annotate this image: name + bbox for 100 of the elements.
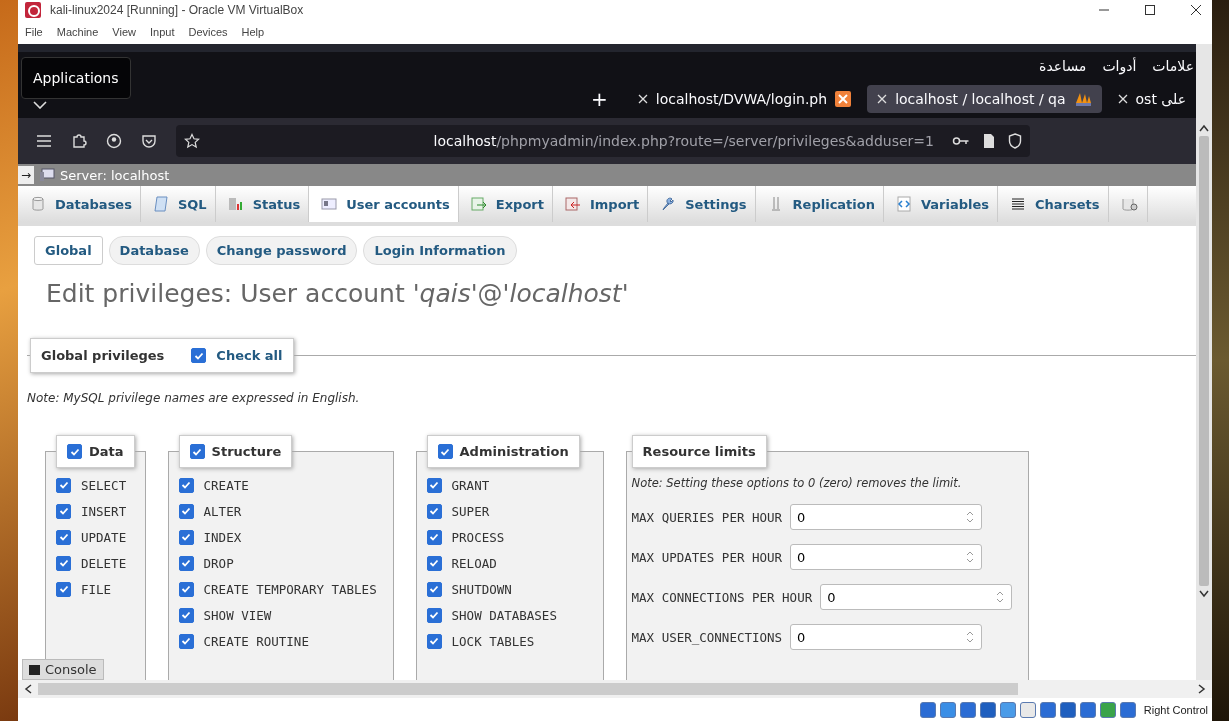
device-icon[interactable] [959,701,976,718]
sub-tab[interactable]: Database [108,236,200,265]
nav-tab[interactable]: Charsets [998,186,1109,222]
nav-tab[interactable]: Settings [648,186,756,222]
export-icon [470,196,487,212]
device-icon[interactable] [1079,701,1096,718]
lines-icon [1010,196,1027,212]
checkbox[interactable] [426,633,442,649]
checkbox-label[interactable]: Check all [216,348,283,363]
checkbox[interactable] [56,555,71,571]
menu-icon[interactable] [36,134,52,148]
menu-item[interactable]: File [25,26,43,38]
checkbox[interactable] [426,581,442,597]
menu-item[interactable]: Input [149,26,175,38]
account-icon[interactable] [106,133,122,149]
checkbox[interactable] [56,581,71,597]
device-icon[interactable] [1059,701,1076,718]
browser-tab[interactable]: ost على [1107,85,1196,113]
checkmark-icon [181,636,192,646]
menu-item[interactable]: Devices [188,26,228,38]
device-icon[interactable] [1019,701,1036,718]
checkbox[interactable] [189,444,205,459]
number-field[interactable]: 0 [790,624,983,650]
device-icon[interactable] [1099,701,1116,718]
page-heading: Edit privileges: User account 'qais'@'localhost' [46,279,630,308]
browser-tab[interactable]: localhost / localhost / qa [867,85,1102,113]
number-field[interactable]: 0 [820,584,1013,610]
menu-item[interactable]: View [112,26,136,38]
checkbox[interactable] [56,477,71,493]
number-field[interactable]: 0 [790,544,983,570]
checkmark-icon [429,480,440,490]
nav-tab[interactable]: Replication [755,186,884,222]
nav-tab[interactable]: Databases [18,186,141,222]
menu-item[interactable]: Help [241,26,265,38]
nav-tab[interactable]: Export [458,186,553,222]
checkbox[interactable] [178,633,194,649]
spinner-icon[interactable] [965,630,976,644]
privilege-label: CREATE TEMPORARY TABLES [203,581,377,597]
spinner-icon[interactable] [965,510,976,524]
menu-item[interactable]: مساعدة [1039,58,1087,74]
checkbox[interactable] [56,503,71,519]
maximize-icon[interactable] [1144,4,1156,16]
sub-tab[interactable]: Global [34,236,103,265]
pocket-icon[interactable] [141,133,157,149]
menu-item[interactable]: Machine [56,26,99,38]
device-icon[interactable] [979,701,996,718]
checkbox[interactable] [178,581,194,597]
star-icon[interactable] [184,133,200,149]
scrollbar-thumb[interactable] [38,683,1018,695]
checkbox[interactable] [437,444,453,459]
device-icon[interactable] [999,701,1016,718]
checkbox[interactable] [67,444,82,459]
device-icon[interactable] [939,701,956,718]
menu-item[interactable]: أدوات [1102,58,1137,74]
checkbox[interactable] [56,529,71,545]
checkbox[interactable] [178,529,194,545]
scroll-up-icon[interactable] [1199,124,1209,132]
group-title: Administration [459,444,569,459]
menu-item[interactable]: علامات [1152,58,1194,74]
nav-tab[interactable]: SQL [140,186,216,222]
device-icon[interactable] [919,701,936,718]
sub-tab[interactable]: Change password [205,236,358,265]
device-icon[interactable] [1119,701,1136,718]
page-icon[interactable] [982,133,996,149]
checkbox[interactable] [426,477,442,493]
breadcrumb[interactable]: Server: localhost [60,167,170,183]
nav-tab[interactable]: User accounts [309,186,459,222]
device-icon[interactable] [1039,701,1056,718]
sub-tab[interactable]: Login Information [363,236,517,265]
checkbox[interactable] [178,607,194,623]
new-tab-button[interactable]: + [591,87,608,111]
checkbox[interactable] [178,555,194,571]
browser-tab[interactable]: localhost/DVWA/login.ph [627,85,862,113]
checkmark-icon [429,584,440,594]
checkbox[interactable] [426,529,442,545]
checkbox[interactable] [191,348,207,363]
chevron-icon[interactable] [33,101,47,109]
spinner-icon[interactable] [965,550,976,564]
scroll-down-icon[interactable] [1199,590,1209,598]
puzzle-icon[interactable] [71,133,87,149]
collapse-button[interactable]: → [18,166,34,184]
note-text: Note: Setting these options to 0 (zero) removes the limit. [631,476,963,490]
checkmark-icon [58,532,69,542]
checkbox[interactable] [426,503,442,519]
scroll-left-icon[interactable] [24,684,32,694]
nav-tab[interactable]: Import [552,186,649,222]
scrollbar-thumb[interactable] [1199,136,1209,586]
checkbox[interactable] [178,477,194,493]
scroll-right-icon[interactable] [1198,684,1206,694]
shield-icon[interactable] [1008,133,1022,149]
spinner-icon[interactable] [995,590,1006,604]
checkbox[interactable] [178,503,194,519]
number-field[interactable]: 0 [790,504,983,530]
nav-tab[interactable]: Variables [884,186,999,222]
checkbox[interactable] [426,607,442,623]
address-field[interactable]: localhost/phpmyadmin/index.php?route=/server/privileges&adduser=1 [176,125,1030,157]
key-icon[interactable] [952,135,970,147]
close-icon[interactable] [1190,4,1202,16]
terminal-icon[interactable] [29,664,40,675]
checkbox[interactable] [426,555,442,571]
